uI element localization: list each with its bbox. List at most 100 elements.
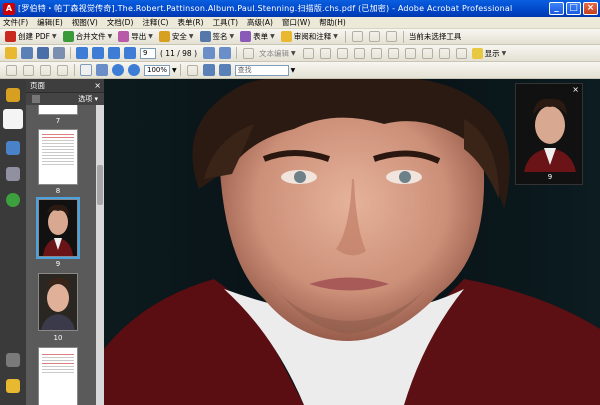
sign-button[interactable]: 签名 ▼: [198, 30, 237, 44]
thumbnail-label: 10: [53, 334, 63, 342]
menu-help[interactable]: 帮助(H): [319, 17, 346, 28]
close-button[interactable]: ×: [583, 2, 598, 15]
select-text-icon[interactable]: [6, 64, 17, 76]
text-line: [42, 357, 74, 358]
previous-page-icon[interactable]: [92, 47, 104, 59]
close-icon[interactable]: ×: [94, 81, 101, 90]
panel-subheader: 选项 ▾: [26, 93, 104, 105]
navigator-preview-image[interactable]: [520, 93, 580, 172]
menu-file[interactable]: 文件(F): [3, 17, 28, 28]
next-view-icon[interactable]: [219, 47, 232, 59]
navigator-page-label: 9: [547, 173, 553, 181]
page-thumbnail[interactable]: [38, 129, 78, 185]
select-object-icon[interactable]: [23, 64, 34, 76]
forms-button[interactable]: 表单 ▼: [238, 30, 277, 44]
text-line: [42, 134, 74, 135]
minimize-button[interactable]: _: [549, 2, 564, 15]
rectangle-icon[interactable]: [353, 47, 365, 59]
chevron-down-icon: ▼: [501, 49, 507, 57]
show-comments-button[interactable]: 显示 ▼: [470, 46, 509, 60]
text-line: [42, 152, 74, 153]
security-button[interactable]: 安全 ▼: [157, 30, 196, 44]
textbox-icon[interactable]: [336, 47, 348, 59]
last-page-icon[interactable]: [124, 47, 136, 59]
zoom-out-icon[interactable]: [112, 64, 124, 76]
lock-icon[interactable]: [6, 88, 20, 102]
crop-icon[interactable]: [40, 64, 51, 76]
review-label: 审阅和注释: [293, 32, 332, 41]
polygon-icon[interactable]: [421, 47, 433, 59]
fit-width-icon[interactable]: [202, 64, 215, 76]
menu-advanced[interactable]: 高级(A): [247, 17, 273, 28]
pencil-icon[interactable]: [455, 47, 467, 59]
rotate-icon[interactable]: [243, 47, 255, 59]
attachments-icon[interactable]: [6, 353, 20, 367]
create-pdf-button[interactable]: 创建 PDF ▼: [3, 30, 59, 44]
navigation-toolbar: 9 ( 11 / 98 ) 文本编辑 ▼ 显示 ▼: [0, 45, 600, 62]
scrollbar-thumb[interactable]: [97, 165, 103, 205]
oval-icon[interactable]: [370, 47, 382, 59]
hand-tool-icon[interactable]: [80, 64, 92, 76]
arrow-icon[interactable]: [387, 47, 399, 59]
trash-icon[interactable]: [32, 95, 40, 103]
previous-view-icon[interactable]: [203, 47, 216, 59]
stamp-icon[interactable]: [302, 47, 314, 59]
save-icon[interactable]: [37, 47, 49, 59]
thumbnail-scrollbar[interactable]: [96, 105, 104, 405]
text-line: [42, 363, 74, 364]
open-folder-icon[interactable]: [5, 47, 17, 59]
cloud-icon[interactable]: [438, 47, 450, 59]
menu-window[interactable]: 窗口(W): [282, 17, 310, 28]
page-number-input[interactable]: 9: [140, 47, 156, 59]
page-thumbnail[interactable]: [38, 105, 78, 115]
maximize-button[interactable]: □: [566, 2, 581, 15]
comments-icon[interactable]: [6, 379, 20, 393]
redo-icon[interactable]: [368, 31, 380, 42]
select-tool-icon[interactable]: [57, 64, 68, 76]
callout-icon[interactable]: [319, 47, 331, 59]
chevron-down-icon: ▼: [148, 33, 153, 40]
pages-panel-icon[interactable]: [3, 109, 23, 129]
line-icon[interactable]: [404, 47, 416, 59]
current-tool-label: 当前未选择工具: [408, 32, 462, 41]
help-icon[interactable]: [6, 193, 20, 207]
text-line: [42, 354, 74, 355]
menu-comments[interactable]: 注释(C): [142, 17, 168, 28]
fit-page-icon[interactable]: [186, 64, 198, 76]
chevron-down-icon[interactable]: ▼: [172, 67, 177, 74]
panel-title: 页面: [30, 81, 45, 90]
menu-tools[interactable]: 工具(T): [213, 17, 238, 28]
options-label: 选项: [78, 95, 93, 103]
page-thumbnail-selected[interactable]: [36, 197, 80, 259]
window-title: [罗伯特・帕丁森视觉传奇].The.Robert.Pattinson.Album…: [18, 4, 513, 13]
menu-edit[interactable]: 编辑(E): [37, 17, 63, 28]
panel-header: 页面 ×: [26, 79, 104, 93]
page-thumbnail[interactable]: [38, 347, 78, 405]
attach-icon[interactable]: [385, 31, 397, 42]
menu-forms[interactable]: 表单(R): [177, 17, 203, 28]
export-label: 导出: [131, 32, 147, 41]
menu-view[interactable]: 视图(V): [72, 17, 98, 28]
text-edit-button[interactable]: 文本编辑 ▼: [257, 46, 298, 60]
print-icon[interactable]: [21, 47, 33, 59]
zoom-in-icon[interactable]: [128, 64, 140, 76]
review-comment-button[interactable]: 审阅和注释 ▼: [279, 30, 340, 44]
options-menu[interactable]: 选项 ▾: [78, 94, 98, 104]
email-icon[interactable]: [53, 47, 65, 59]
export-button[interactable]: 导出 ▼: [116, 30, 155, 44]
zoom-input[interactable]: 100%: [144, 64, 170, 76]
undo-icon[interactable]: [351, 31, 363, 42]
find-input[interactable]: 查找: [234, 64, 289, 76]
text-line: [42, 158, 74, 159]
combine-files-button[interactable]: 合并文件 ▼: [61, 30, 115, 44]
text-line: [42, 164, 74, 165]
menu-document[interactable]: 文档(D): [107, 17, 134, 28]
page-thumbnail[interactable]: [38, 273, 78, 331]
first-page-icon[interactable]: [76, 47, 88, 59]
marquee-zoom-icon[interactable]: [96, 64, 108, 76]
next-page-icon[interactable]: [108, 47, 120, 59]
signature-icon[interactable]: [6, 167, 20, 181]
fit-visible-icon[interactable]: [218, 64, 231, 76]
chevron-down-icon[interactable]: ▼: [291, 67, 296, 74]
bookmark-icon[interactable]: [6, 141, 20, 155]
